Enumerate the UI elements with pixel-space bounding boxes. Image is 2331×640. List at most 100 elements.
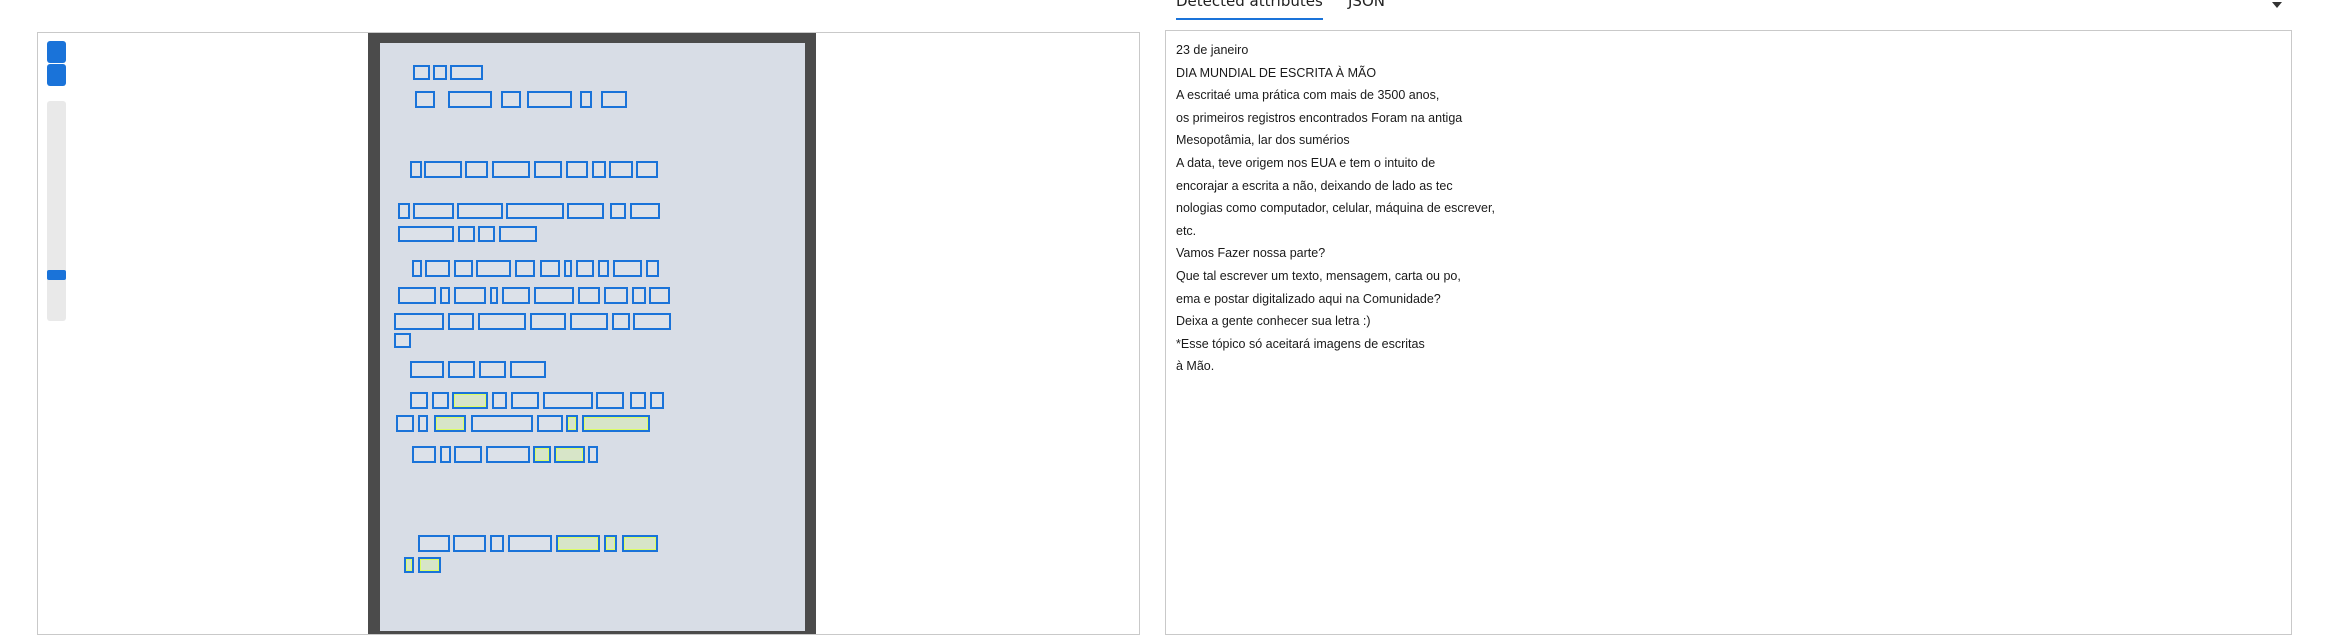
word-box	[612, 313, 630, 330]
detected-text-output: 23 de janeiro DIA MUNDIAL DE ESCRITA À M…	[1165, 30, 2292, 635]
word-box	[394, 333, 411, 348]
word-box	[492, 161, 530, 178]
word-box	[479, 361, 506, 378]
word-box	[556, 535, 600, 552]
word-box	[490, 535, 504, 552]
text-line: à Mão.	[1176, 359, 1215, 374]
word-box	[609, 161, 633, 178]
word-box	[413, 65, 430, 80]
zoom-slider-thumb[interactable]	[47, 270, 66, 280]
zoom-out-button[interactable]	[47, 64, 66, 86]
word-box	[633, 313, 671, 330]
word-box	[454, 287, 486, 304]
word-box	[506, 203, 564, 219]
text-line: 23 de janeiro	[1176, 43, 1249, 57]
word-box	[636, 161, 658, 178]
word-box	[404, 557, 414, 573]
zoom-slider-track[interactable]	[47, 101, 66, 321]
word-box	[434, 415, 466, 432]
word-box	[413, 203, 454, 219]
word-box	[433, 65, 447, 80]
word-box	[564, 260, 572, 277]
word-box	[530, 313, 566, 330]
word-box	[534, 161, 562, 178]
word-box	[580, 91, 592, 108]
word-box	[418, 557, 441, 573]
word-box	[499, 226, 537, 242]
word-box	[650, 392, 664, 409]
word-box	[511, 392, 539, 409]
word-box	[448, 313, 474, 330]
text-line: *Esse tópico só aceitará imagens de escr…	[1176, 336, 1425, 351]
word-box	[398, 203, 410, 219]
image-viewer-panel	[37, 32, 1140, 635]
word-box	[604, 287, 628, 304]
word-box	[412, 260, 422, 277]
word-box	[425, 260, 450, 277]
word-box	[576, 260, 594, 277]
word-box	[440, 446, 451, 463]
text-line: os primeiros registros encontrados Foram…	[1176, 110, 1463, 125]
word-box	[566, 415, 578, 432]
word-box	[448, 91, 492, 108]
word-box	[476, 260, 511, 277]
word-box	[598, 260, 609, 277]
text-line: A escritaé uma prática com mais de 3500 …	[1176, 88, 1440, 103]
word-box	[508, 535, 552, 552]
word-box	[622, 535, 658, 552]
word-box	[486, 446, 530, 463]
word-box	[492, 392, 507, 409]
text-line: Deixa a gente conhecer sua letra :)	[1176, 314, 1371, 329]
text-line: nologias como computador, celular, máqui…	[1176, 201, 1495, 216]
word-box	[567, 203, 604, 219]
word-box	[448, 361, 475, 378]
text-line: etc.	[1176, 223, 1197, 238]
text-line: Vamos Fazer nossa parte?	[1176, 246, 1326, 261]
text-line: ema e postar digitalizado aqui na Comuni…	[1176, 291, 1441, 306]
word-box	[454, 446, 482, 463]
word-box	[604, 535, 617, 552]
word-box	[510, 361, 546, 378]
tab-json[interactable]: JSON	[1348, 0, 1385, 10]
handwritten-page-image	[368, 33, 816, 634]
word-box	[453, 535, 486, 552]
result-tabs: Detected attributes JSON	[1170, 0, 2299, 22]
word-box	[527, 91, 572, 108]
word-box	[515, 260, 535, 277]
word-box	[432, 392, 449, 409]
word-box	[588, 446, 598, 463]
word-box	[398, 287, 436, 304]
word-box	[613, 260, 642, 277]
word-box	[630, 392, 646, 409]
word-box	[570, 313, 608, 330]
text-line: A data, teve origem nos EUA e tem o intu…	[1176, 155, 1436, 170]
word-box	[410, 161, 422, 178]
word-box	[543, 392, 593, 409]
word-box	[450, 65, 483, 80]
word-box	[610, 203, 626, 219]
word-box	[412, 446, 436, 463]
word-box	[396, 415, 414, 432]
options-dropdown[interactable]	[2270, 0, 2290, 20]
word-box	[554, 446, 585, 463]
tab-detected-attributes[interactable]: Detected attributes	[1176, 0, 1323, 20]
word-box	[478, 313, 526, 330]
text-line: encorajar a escrita a não, deixando de l…	[1176, 178, 1453, 193]
text-line: Que tal escrever um texto, mensagem, car…	[1176, 268, 1461, 283]
word-box	[630, 203, 660, 219]
word-box	[410, 361, 444, 378]
word-box	[578, 287, 600, 304]
word-box	[534, 287, 574, 304]
word-box	[418, 535, 450, 552]
word-box	[457, 203, 503, 219]
word-box	[452, 392, 488, 409]
zoom-in-button[interactable]	[47, 41, 66, 63]
word-box	[533, 446, 551, 463]
word-box	[596, 392, 624, 409]
word-box	[398, 226, 454, 242]
word-box	[465, 161, 488, 178]
word-box	[646, 260, 659, 277]
word-box	[410, 392, 428, 409]
chevron-down-icon	[2272, 2, 2282, 8]
word-box	[454, 260, 473, 277]
